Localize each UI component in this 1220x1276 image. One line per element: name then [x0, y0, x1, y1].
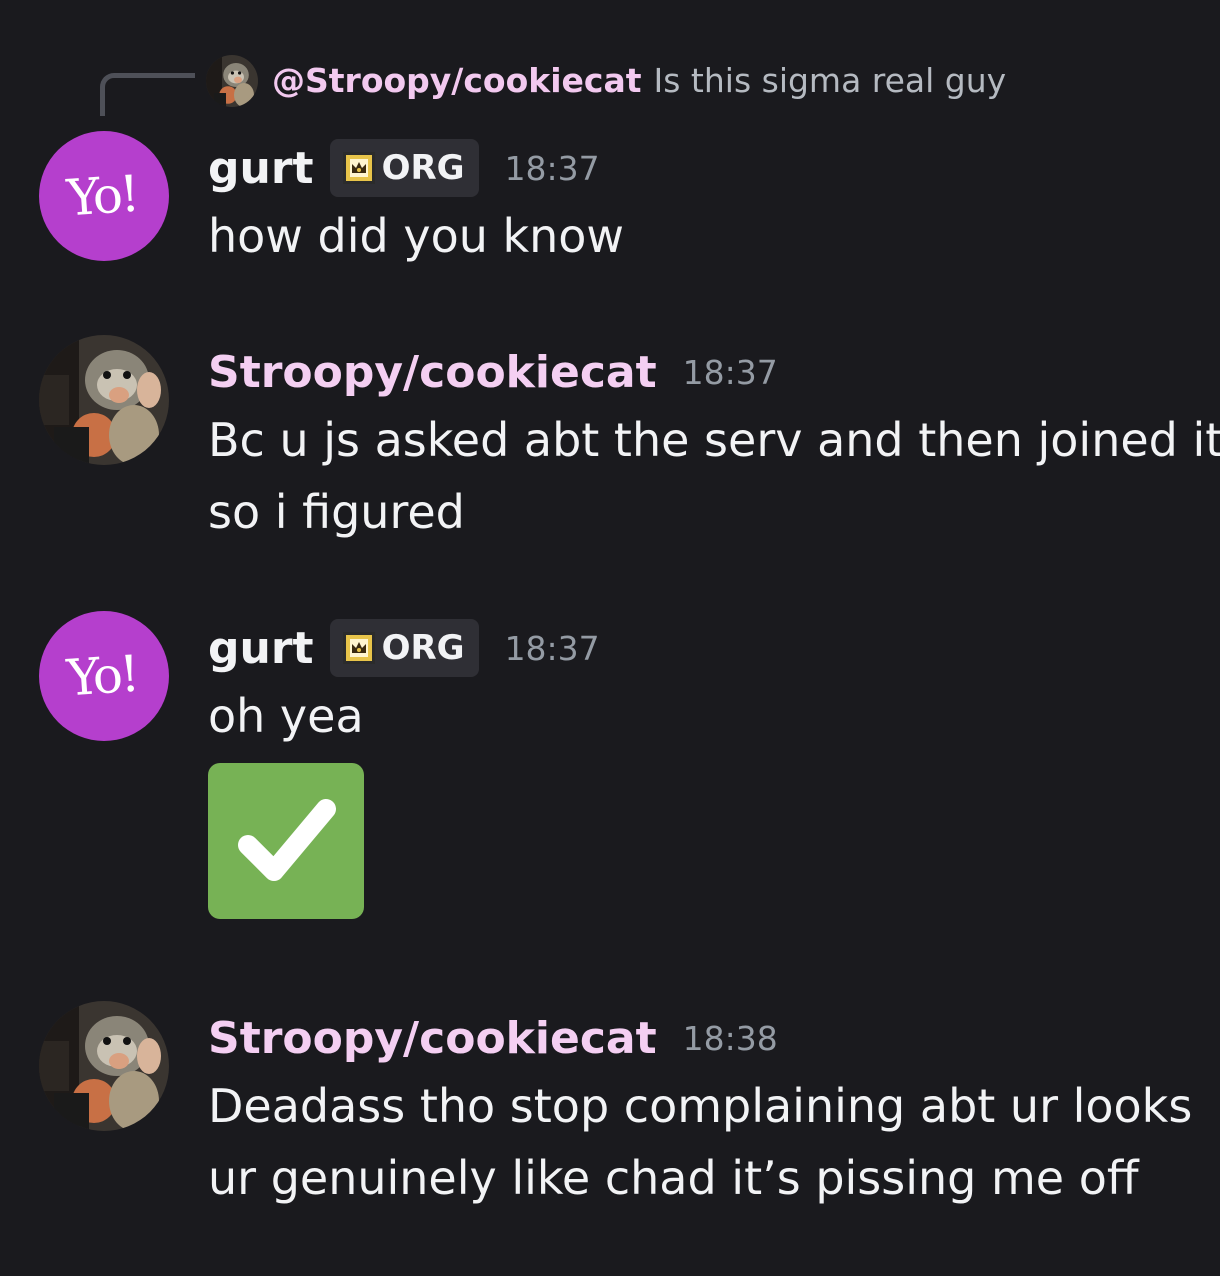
yo-logo: Yo! — [65, 644, 139, 708]
org-tag[interactable]: ORG — [329, 619, 479, 677]
message-header: Stroopy/cookiecat 18:37 — [208, 342, 778, 402]
username-stroopy[interactable]: Stroopy/cookiecat — [208, 1013, 657, 1064]
crown-frame-icon — [342, 632, 375, 664]
crown-frame-icon — [342, 152, 375, 184]
reply-mention[interactable]: @Stroopy/cookiecat — [272, 61, 642, 100]
stroopy-avatar-image — [39, 1001, 169, 1131]
message-text-line-2: so i figured — [208, 485, 465, 539]
message-text-line-2: ur genuinely like chad it’s pissing me o… — [208, 1151, 1139, 1205]
message-text-line-1: Bc u js asked abt the serv and then join… — [208, 413, 1220, 467]
message-header: gurt ORG 18:37 — [208, 138, 600, 198]
message-header: gurt ORG 18:37 — [208, 618, 600, 678]
reply-connector-line — [100, 73, 195, 116]
reply-avatar-stroopy[interactable] — [206, 55, 258, 107]
timestamp: 18:37 — [504, 628, 600, 668]
avatar-stroopy[interactable] — [39, 1001, 169, 1131]
check-mark-icon — [238, 799, 336, 881]
avatar-stroopy[interactable] — [39, 335, 169, 465]
username-gurt[interactable]: gurt — [208, 143, 314, 194]
yo-logo: Yo! — [65, 164, 139, 228]
message-text: oh yea — [208, 689, 364, 743]
username-stroopy[interactable]: Stroopy/cookiecat — [208, 347, 657, 398]
stroopy-avatar-image — [206, 55, 258, 107]
stroopy-avatar-image — [39, 335, 169, 465]
message-text-line-1: Deadass tho stop complaining abt ur look… — [208, 1079, 1193, 1133]
org-label: ORG — [381, 628, 465, 668]
org-tag[interactable]: ORG — [329, 139, 479, 197]
timestamp: 18:37 — [682, 352, 778, 392]
reply-text: Is this sigma real guy — [653, 61, 1007, 100]
avatar-gurt[interactable]: Yo! — [39, 131, 169, 261]
message-header: Stroopy/cookiecat 18:38 — [208, 1008, 778, 1068]
org-label: ORG — [381, 148, 465, 188]
timestamp: 18:38 — [682, 1018, 778, 1058]
username-gurt[interactable]: gurt — [208, 623, 314, 674]
avatar-gurt[interactable]: Yo! — [39, 611, 169, 741]
check-mark-button-emoji[interactable] — [208, 763, 364, 919]
reply-preview[interactable]: @Stroopy/cookiecat Is this sigma real guy — [272, 58, 1006, 104]
message-text: how did you know — [208, 209, 625, 263]
timestamp: 18:37 — [504, 148, 600, 188]
